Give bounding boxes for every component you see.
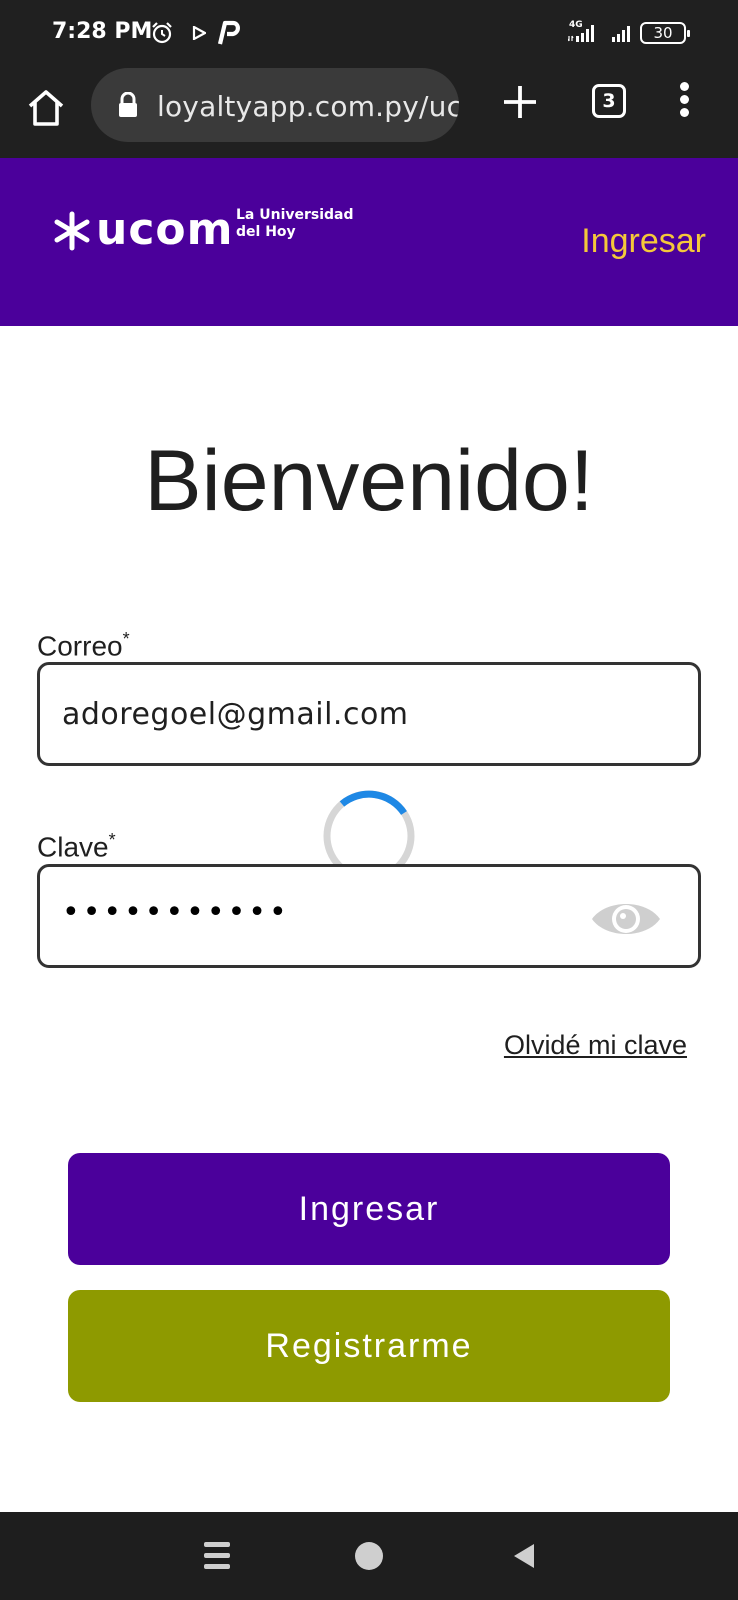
forgot-password-link[interactable]: Olvidé mi clave — [504, 1030, 687, 1061]
more-icon[interactable] — [672, 82, 696, 122]
home-icon[interactable] — [22, 84, 70, 132]
home-circle-icon[interactable] — [355, 1542, 383, 1570]
eye-icon[interactable] — [590, 897, 662, 941]
wifi-icon — [612, 26, 630, 42]
login-button[interactable]: Ingresar — [68, 1153, 670, 1265]
password-required-mark: * — [108, 830, 116, 850]
logo-word: ucom — [96, 204, 234, 255]
alarm-icon — [152, 22, 172, 44]
lock-icon — [119, 92, 137, 117]
email-label: Correo* — [37, 629, 130, 662]
password-label-text: Clave — [37, 831, 109, 863]
email-required-mark: * — [122, 629, 130, 649]
register-button[interactable]: Registrarme — [68, 1290, 670, 1402]
logo-tagline-line1: La Universidad — [236, 207, 354, 223]
email-label-text: Correo — [37, 630, 123, 662]
recent-apps-icon[interactable] — [204, 1542, 230, 1570]
logo-tagline-line2: del Hoy — [236, 224, 296, 240]
signal-icon — [568, 25, 594, 42]
back-icon[interactable] — [512, 1542, 536, 1570]
battery-icon: 30 — [640, 22, 690, 44]
password-field[interactable]: ••••••••••• — [37, 864, 701, 968]
browser-toolbar: loyaltyapp.com.py/uc 3 — [0, 64, 738, 158]
email-value: adoregoel@gmail.com — [62, 697, 409, 732]
system-nav-bar — [0, 1512, 738, 1600]
email-field[interactable]: adoregoel@gmail.com — [37, 662, 701, 766]
header-login-link[interactable]: Ingresar — [581, 222, 706, 261]
app-header: ucom La Universidad del Hoy Ingresar — [0, 158, 738, 326]
play-icon — [192, 26, 206, 40]
password-label: Clave* — [37, 830, 116, 863]
p-app-icon — [217, 20, 240, 45]
logo-tagline: La Universidad del Hoy — [236, 207, 354, 241]
tabs-icon[interactable]: 3 — [592, 84, 626, 118]
status-bar: 7:28 PM 4G 30 — [0, 0, 738, 64]
url-bar[interactable]: loyaltyapp.com.py/uc — [91, 68, 459, 142]
password-value: ••••••••••• — [62, 895, 290, 930]
asterisk-logo-icon — [54, 211, 90, 251]
status-time: 7:28 PM — [52, 19, 153, 44]
url-text: loyaltyapp.com.py/uc — [157, 90, 459, 123]
plus-icon[interactable] — [500, 82, 540, 122]
page-title: Bienvenido! — [144, 433, 594, 529]
